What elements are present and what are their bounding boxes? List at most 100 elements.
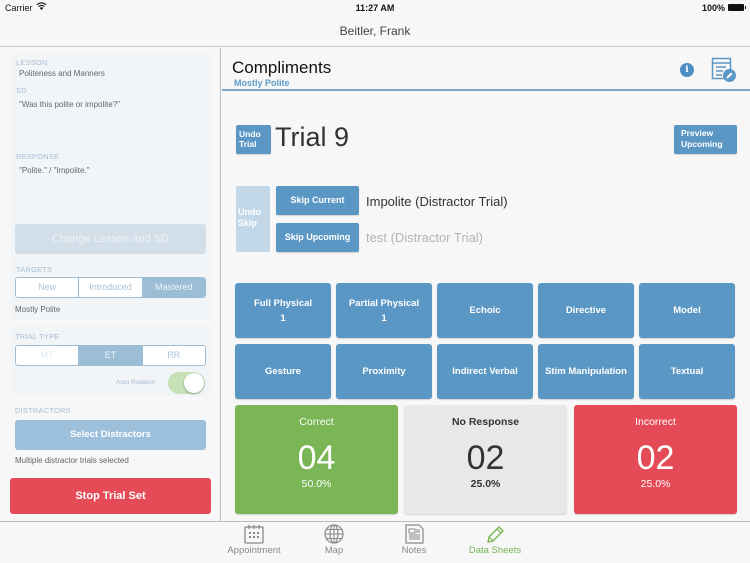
target-new-segment[interactable]: New (16, 278, 80, 297)
distractors-note: Multiple distractor trials selected (15, 456, 129, 465)
prompt-label: Stim Manipulation (545, 366, 627, 377)
prompt-label: Echoic (469, 305, 501, 316)
prompt-label: Directive (565, 305, 607, 316)
program-header: Compliments Mostly Polite i (222, 48, 750, 91)
prompt-label: Full Physical (253, 297, 313, 309)
prompt-directive-button[interactable]: Directive (538, 283, 634, 338)
undo-trial-line1: Undo (239, 129, 261, 139)
prompt-label: Textual (670, 366, 704, 377)
client-name-title: Beitler, Frank (339, 24, 411, 38)
distractors-label: DISTRACTORS (15, 406, 71, 415)
trial-type-label: TRIAL TYPE (15, 332, 60, 341)
prompt-model-button[interactable]: Model (639, 283, 735, 338)
target-mastered-segment[interactable]: Mastered (142, 278, 205, 297)
trial-type-et-segment[interactable]: ET (79, 346, 143, 365)
undo-skip-line2: Skip (238, 218, 258, 228)
response-value: "Polite." / "Impolite." (19, 166, 90, 175)
incorrect-label: Incorrect (635, 416, 676, 428)
correct-percent: 50.0% (301, 478, 332, 490)
calendar-icon (244, 525, 264, 544)
correct-button[interactable]: Correct 04 50.0% (235, 405, 398, 514)
targets-segmented-control: New Introduced Mastered (15, 277, 206, 298)
info-icon[interactable]: i (680, 63, 694, 77)
preview-line2: Upcoming (681, 139, 723, 149)
prompt-label: Partial Physical (348, 297, 420, 309)
battery-percent: 100% (701, 3, 725, 13)
skip-current-button[interactable]: Skip Current (276, 186, 359, 215)
tab-data-sheets[interactable]: Data Sheets (455, 524, 535, 556)
trial-panel: Compliments Mostly Polite i Undo Trial T… (222, 48, 750, 521)
auto-rotation-label: Auto Rotation (116, 379, 156, 386)
select-distractors-button[interactable]: Select Distractors (15, 420, 206, 450)
incorrect-button[interactable]: Incorrect 02 25.0% (574, 405, 737, 514)
prompt-count: 1 (381, 312, 387, 324)
program-title: Compliments (232, 58, 332, 77)
preview-upcoming-button[interactable]: Preview Upcoming (674, 125, 737, 154)
prompt-partial-physical-button[interactable]: Partial Physical 1 (336, 283, 432, 338)
response-label: RESPONSE (16, 152, 60, 161)
trial-type-segmented-control: MT ET RR (15, 345, 206, 366)
trial-type-mt-segment[interactable]: MT (16, 346, 80, 365)
undo-trial-line2: Trial (239, 139, 257, 149)
notes-icon (405, 524, 424, 544)
prompt-label: Indirect Verbal (452, 366, 518, 377)
prompt-label: Gesture (265, 366, 301, 377)
correct-count: 04 (297, 439, 336, 477)
prompt-stim-manipulation-button[interactable]: Stim Manipulation (538, 344, 634, 399)
prompt-label: Proximity (362, 366, 406, 377)
tab-label: Data Sheets (468, 545, 522, 556)
prompt-gesture-button[interactable]: Gesture (235, 344, 331, 399)
pencil-icon (487, 526, 504, 543)
toggle-knob (184, 373, 204, 393)
prompt-proximity-button[interactable]: Proximity (336, 344, 432, 399)
tab-appointment[interactable]: Appointment (214, 524, 294, 556)
undo-skip-line1: Undo (238, 207, 261, 217)
upcoming-target-text: test (Distractor Trial) (366, 230, 484, 245)
prompt-full-physical-button[interactable]: Full Physical 1 (235, 283, 331, 338)
battery-icon (728, 4, 746, 11)
tab-label: Map (324, 545, 344, 556)
prompt-buttons-grid: Full Physical 1 Partial Physical 1 Echoic … (235, 283, 738, 399)
incorrect-count: 02 (636, 439, 675, 477)
trial-type-rr-segment[interactable]: RR (143, 346, 205, 365)
undo-trial-button[interactable]: Undo Trial (236, 125, 271, 154)
auto-rotation-toggle[interactable] (168, 372, 205, 394)
sd-label: SD (16, 86, 27, 95)
prompt-label: Model (673, 305, 701, 316)
tab-label: Notes (401, 545, 427, 556)
no-response-button[interactable]: No Response 02 25.0% (404, 405, 567, 514)
no-response-percent: 25.0% (470, 478, 501, 490)
prompt-indirect-verbal-button[interactable]: Indirect Verbal (437, 344, 533, 399)
globe-icon (324, 524, 344, 544)
prompt-echoic-button[interactable]: Echoic (437, 283, 533, 338)
selected-target: Mostly Polite (15, 305, 61, 314)
incorrect-percent: 25.0% (640, 478, 671, 490)
no-response-label: No Response (451, 416, 520, 428)
lesson-sidebar: LESSON Politeness and Manners SD "Was th… (0, 48, 221, 521)
tab-label: Appointment (227, 545, 281, 556)
status-bar: Carrier 11:27 AM 100% (0, 0, 750, 16)
tab-map[interactable]: Map (294, 524, 374, 556)
tab-bar: Appointment Map Notes Data Sheets (0, 521, 750, 563)
undo-skip-button[interactable]: Undo Skip (236, 186, 270, 252)
navigation-bar: Beitler, Frank (0, 16, 750, 47)
current-target-text: Impolite (Distractor Trial) (366, 194, 508, 209)
edit-datasheet-icon[interactable] (711, 57, 737, 83)
clock: 11:27 AM (355, 3, 395, 13)
prompt-textual-button[interactable]: Textual (639, 344, 735, 399)
stop-trial-set-button[interactable]: Stop Trial Set (10, 478, 211, 514)
trial-number: Trial 9 (275, 122, 350, 152)
preview-line1: Preview (681, 128, 714, 138)
lesson-label: LESSON (16, 58, 48, 67)
no-response-count: 02 (466, 439, 505, 477)
program-subtitle: Mostly Polite (234, 78, 290, 88)
sd-value: "Was this polite or impolite?" (19, 100, 120, 109)
prompt-count: 1 (280, 312, 286, 324)
change-lesson-button[interactable]: Change Lesson and SD (15, 224, 206, 254)
lesson-value: Politeness and Manners (19, 69, 105, 78)
skip-upcoming-button[interactable]: Skip Upcoming (276, 223, 359, 252)
target-introduced-segment[interactable]: Introduced (79, 278, 143, 297)
correct-label: Correct (299, 416, 334, 428)
tab-notes[interactable]: Notes (374, 524, 454, 556)
targets-label: TARGETS (16, 265, 53, 274)
